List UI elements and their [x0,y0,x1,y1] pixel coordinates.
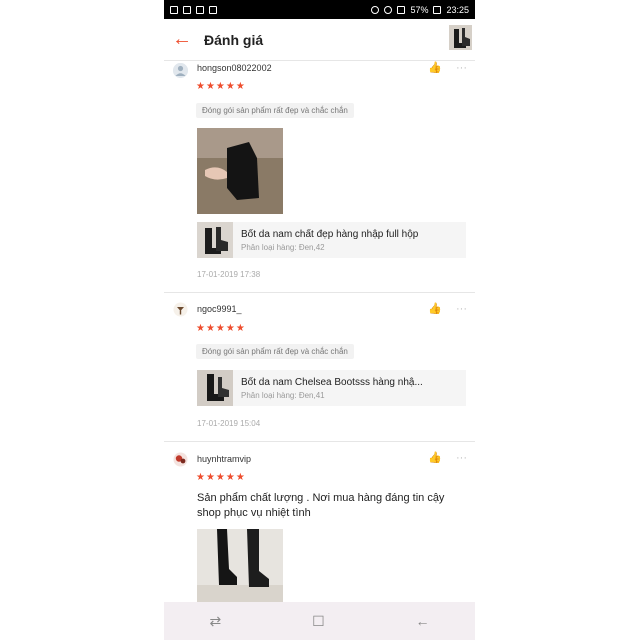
review-item: huynhtramvip 👍 ··· ★★★★★ Sản phẩm chất l… [164,442,475,602]
gallery-icon [183,5,191,14]
review-username: hongson08022002 [197,63,272,73]
product-name: Bốt da nam chất đẹp hàng nhập full hộp [241,228,419,240]
product-image [197,370,233,406]
review-item: ngoc9991_ 👍 ··· ★★★★★ Đóng gói sản phẩm … [164,293,475,442]
review-username: huynhtramvip [197,454,252,464]
product-card[interactable]: Bốt da nam Chelsea Bootsss hàng nhậ... P… [197,370,466,406]
recent-apps-button[interactable]: ⇄ [209,613,221,630]
rating-stars: ★★★★★ [196,323,246,334]
app-bar: ← Đánh giá [164,19,475,61]
review-actions: 👍 ··· [428,451,467,465]
arrow-left-icon: ← [172,28,192,50]
review-photo[interactable] [197,529,283,602]
more-icon[interactable]: ··· [456,62,467,74]
avatar [173,63,188,78]
product-image [197,222,233,258]
review-actions: 👍 ··· [428,61,467,75]
like-icon[interactable]: 👍 [428,61,442,74]
phone-screen: 57% 23:25 ← Đánh giá hongson08022002 👍 ·… [164,0,475,640]
review-actions: 👍 ··· [428,302,467,316]
review-timestamp: 17-01-2019 17:38 [197,270,261,279]
signal-icon [397,5,406,14]
rating-stars: ★★★★★ [196,472,246,483]
battery-icon [433,5,442,14]
like-icon[interactable]: 👍 [428,451,442,464]
mail-icon [196,5,204,14]
review-item: hongson08022002 👍 ··· ★★★★★ Đóng gói sản… [164,61,475,293]
rating-stars: ★★★★★ [196,81,246,92]
product-variant: Phân loại hàng: Đen,41 [241,390,325,400]
product-thumbnail[interactable] [449,25,472,50]
review-tag: Đóng gói sản phẩm rất đẹp và chắc chắn [196,344,354,359]
system-nav-bar: ⇄ ☐ ← [164,602,475,640]
like-icon[interactable]: 👍 [428,302,442,315]
home-button[interactable]: ☐ [312,613,325,630]
status-bar: 57% 23:25 [164,0,475,19]
battery-level: 57% [410,4,429,15]
wifi-icon [384,5,393,14]
more-icon[interactable]: ··· [456,303,467,315]
back-button[interactable]: ← [164,19,200,61]
product-variant: Phân loại hàng: Đen,42 [241,242,325,252]
screenshot-icon [209,5,217,14]
review-text: Sản phẩm chất lượng . Nơi mua hàng đáng … [197,492,445,519]
avatar [173,452,188,467]
review-username: ngoc9991_ [197,304,242,314]
review-timestamp: 17-01-2019 15:04 [197,419,261,428]
review-tag: Đóng gói sản phẩm rất đẹp và chắc chắn [196,103,354,118]
page-title: Đánh giá [204,31,264,48]
product-name: Bốt da nam Chelsea Bootsss hàng nhậ... [241,376,423,388]
avatar [173,302,188,317]
review-list[interactable]: hongson08022002 👍 ··· ★★★★★ Đóng gói sản… [164,61,475,602]
more-icon[interactable]: ··· [456,452,467,464]
system-back-button[interactable]: ← [416,613,430,629]
clock: 23:25 [446,4,469,15]
review-photo[interactable] [197,128,283,214]
alarm-icon [371,5,380,14]
product-card[interactable]: Bốt da nam chất đẹp hàng nhập full hộp P… [197,222,466,258]
notification-icon [170,5,178,14]
